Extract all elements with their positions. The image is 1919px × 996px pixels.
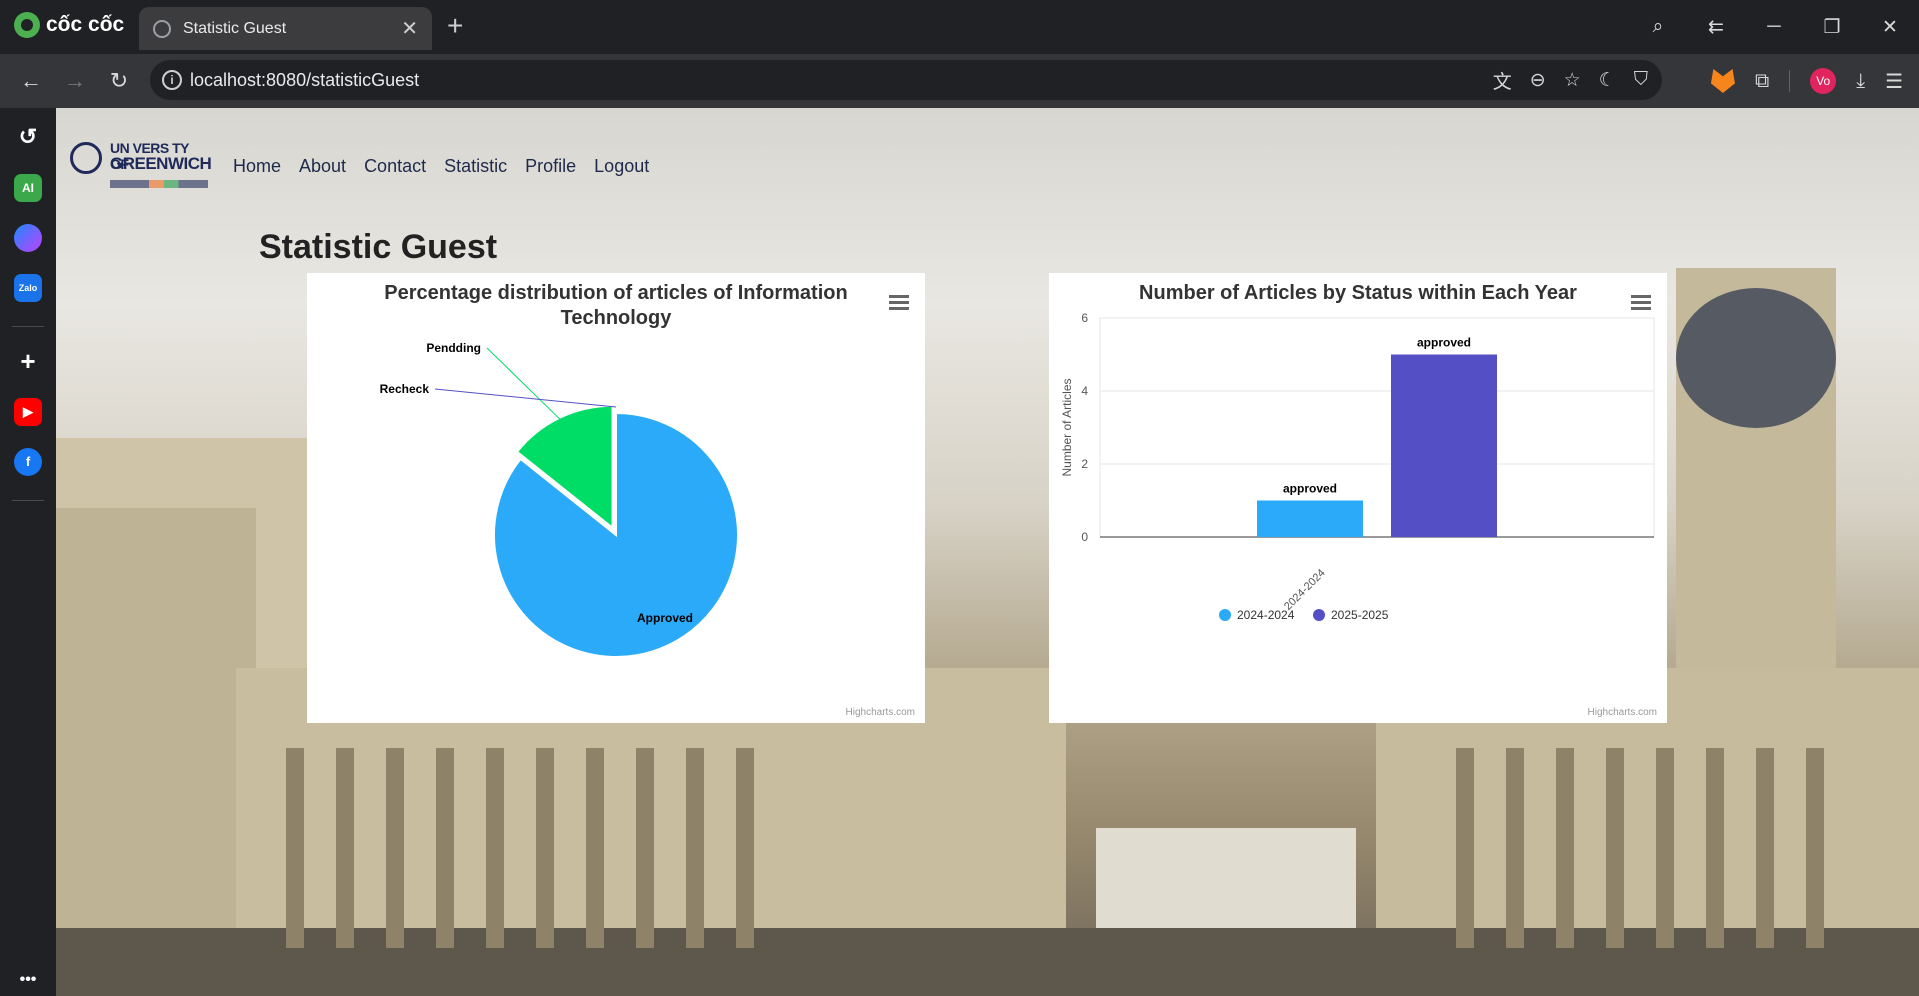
add-app-icon[interactable]: + bbox=[14, 348, 42, 376]
bar-chart: Number of Articles by Status within Each… bbox=[1060, 282, 1657, 718]
reload-icon[interactable]: ↻ bbox=[104, 66, 134, 96]
tab-search-icon[interactable]: ⌕ bbox=[1629, 0, 1687, 54]
back-history-icon[interactable]: ⇇ bbox=[1687, 0, 1745, 54]
address-bar[interactable]: i localhost:8080/statisticGuest 文 ⊖ ☆ ☾ … bbox=[150, 60, 1662, 100]
bar-plot-frame bbox=[1099, 317, 1655, 538]
dark-mode-moon-icon[interactable]: ☾ bbox=[1599, 69, 1616, 92]
logo-line2: GREENWICH bbox=[110, 154, 212, 173]
bar-credits[interactable]: Highcharts.com bbox=[1588, 707, 1657, 718]
bar-chart-title: Number of Articles by Status within Each… bbox=[1139, 282, 1577, 304]
coccoc-logo-icon bbox=[14, 12, 40, 38]
bar-2024-2024 bbox=[1257, 500, 1363, 537]
bar-y-tick-label: 4 bbox=[1081, 384, 1088, 398]
browser-tab-active[interactable]: Statistic Guest ✕ bbox=[139, 7, 432, 50]
pie-connector-pendding bbox=[486, 347, 561, 421]
bar-y-tick-label: 6 bbox=[1081, 311, 1088, 325]
menu-hamburger-icon[interactable]: ☰ bbox=[1885, 69, 1903, 94]
close-icon[interactable]: ✕ bbox=[401, 16, 418, 41]
logo-partner-strip bbox=[110, 180, 208, 188]
chart-menu-icon[interactable] bbox=[1631, 295, 1651, 310]
minimize-button[interactable]: ─ bbox=[1745, 0, 1803, 54]
chart-menu-icon[interactable] bbox=[889, 295, 909, 310]
browser-sidebar: ↺ AI Zalo + ▶ f ••• bbox=[0, 108, 56, 996]
download-icon[interactable]: ⤓ bbox=[1856, 70, 1865, 93]
browser-toolbar: ← → ↻ i localhost:8080/statisticGuest 文 … bbox=[0, 54, 1919, 108]
bookmark-star-icon[interactable]: ☆ bbox=[1564, 69, 1581, 92]
main-nav: Home About Contact Statistic Profile Log… bbox=[233, 156, 649, 177]
nav-statistic[interactable]: Statistic bbox=[444, 156, 507, 177]
translate-icon[interactable]: 文 bbox=[1493, 67, 1512, 94]
page-viewport: UN VERS TY OF GREENWICH Home About Conta… bbox=[56, 108, 1919, 996]
pie-chart-title: Percentage distribution of articles of I… bbox=[384, 282, 847, 304]
shield-icon[interactable]: ⛉ bbox=[1634, 69, 1648, 91]
nav-profile[interactable]: Profile bbox=[525, 156, 576, 177]
forward-arrow-icon[interactable]: → bbox=[60, 66, 90, 96]
legend-label-2025-2025: 2025-2025 bbox=[1331, 608, 1389, 622]
nav-contact[interactable]: Contact bbox=[364, 156, 426, 177]
pie-chart-title-line2: Technology bbox=[561, 307, 673, 329]
bar-2025-2025 bbox=[1391, 354, 1497, 537]
bar-y-axis-title: Number of Articles bbox=[1060, 378, 1074, 476]
browser-tab-bar: cốc cốc Statistic Guest ✕ + ⌕ ⇇ ─ ❐ ✕ bbox=[0, 0, 1919, 54]
metamask-extension-icon[interactable] bbox=[1710, 69, 1735, 93]
more-options-icon[interactable]: ••• bbox=[14, 966, 42, 994]
new-tab-button[interactable]: + bbox=[447, 10, 463, 42]
pie-label-approved: Approved bbox=[637, 611, 693, 625]
bar-y-tick-label: 2 bbox=[1081, 457, 1088, 471]
bar-data-label: approved bbox=[1417, 336, 1471, 350]
bar-y-tick-label: 0 bbox=[1081, 530, 1088, 544]
history-icon[interactable]: ↺ bbox=[14, 124, 42, 152]
page-title: Statistic Guest bbox=[259, 228, 498, 266]
pie-credits[interactable]: Highcharts.com bbox=[846, 707, 915, 718]
sidebar-divider bbox=[12, 326, 44, 327]
extensions-puzzle-icon[interactable]: ⧉ bbox=[1755, 70, 1769, 93]
pie-chart: Percentage distribution of articles of I… bbox=[380, 282, 915, 718]
site-info-icon[interactable]: i bbox=[162, 70, 182, 90]
sidebar-divider bbox=[12, 500, 44, 501]
profile-avatar[interactable]: Vo bbox=[1810, 68, 1837, 94]
bar-chart-card: Number of Articles by Status within Each… bbox=[1049, 273, 1667, 723]
bar-data-label: approved bbox=[1283, 482, 1337, 496]
tab-title: Statistic Guest bbox=[183, 19, 287, 37]
browser-brand[interactable]: cốc cốc bbox=[14, 12, 124, 38]
youtube-icon[interactable]: ▶ bbox=[14, 398, 42, 426]
pie-chart-card: Percentage distribution of articles of I… bbox=[307, 273, 925, 723]
browser-brand-label: cốc cốc bbox=[46, 13, 125, 36]
greenwich-crest-icon bbox=[70, 142, 102, 174]
facebook-icon[interactable]: f bbox=[14, 448, 42, 476]
legend-label-2024-2024: 2024-2024 bbox=[1237, 608, 1295, 622]
pie-label-pendding: Pendding bbox=[426, 341, 481, 355]
zoom-out-icon[interactable]: ⊖ bbox=[1530, 69, 1546, 92]
legend-marker-2025-2025 bbox=[1313, 609, 1325, 621]
nav-home[interactable]: Home bbox=[233, 156, 281, 177]
sidebar-ai-button[interactable]: AI bbox=[14, 174, 42, 202]
window-close-button[interactable]: ✕ bbox=[1861, 0, 1919, 54]
pie-label-recheck: Recheck bbox=[380, 382, 430, 396]
pie-connector-recheck bbox=[434, 388, 617, 408]
toolbar-divider bbox=[1789, 70, 1791, 92]
nav-about[interactable]: About bbox=[299, 156, 346, 177]
restore-button[interactable]: ❐ bbox=[1803, 0, 1861, 54]
messenger-icon[interactable] bbox=[14, 224, 42, 252]
zalo-icon[interactable]: Zalo bbox=[14, 274, 42, 302]
nav-logout[interactable]: Logout bbox=[594, 156, 649, 177]
legend-marker-2024-2024 bbox=[1219, 609, 1231, 621]
address-url[interactable]: localhost:8080/statisticGuest bbox=[190, 60, 419, 100]
back-arrow-icon[interactable]: ← bbox=[16, 66, 46, 96]
bar-x-tick-label: 2024-2024 bbox=[1282, 567, 1328, 613]
globe-icon bbox=[153, 19, 171, 38]
university-logo[interactable]: UN VERS TY OF GREENWICH bbox=[70, 138, 212, 198]
